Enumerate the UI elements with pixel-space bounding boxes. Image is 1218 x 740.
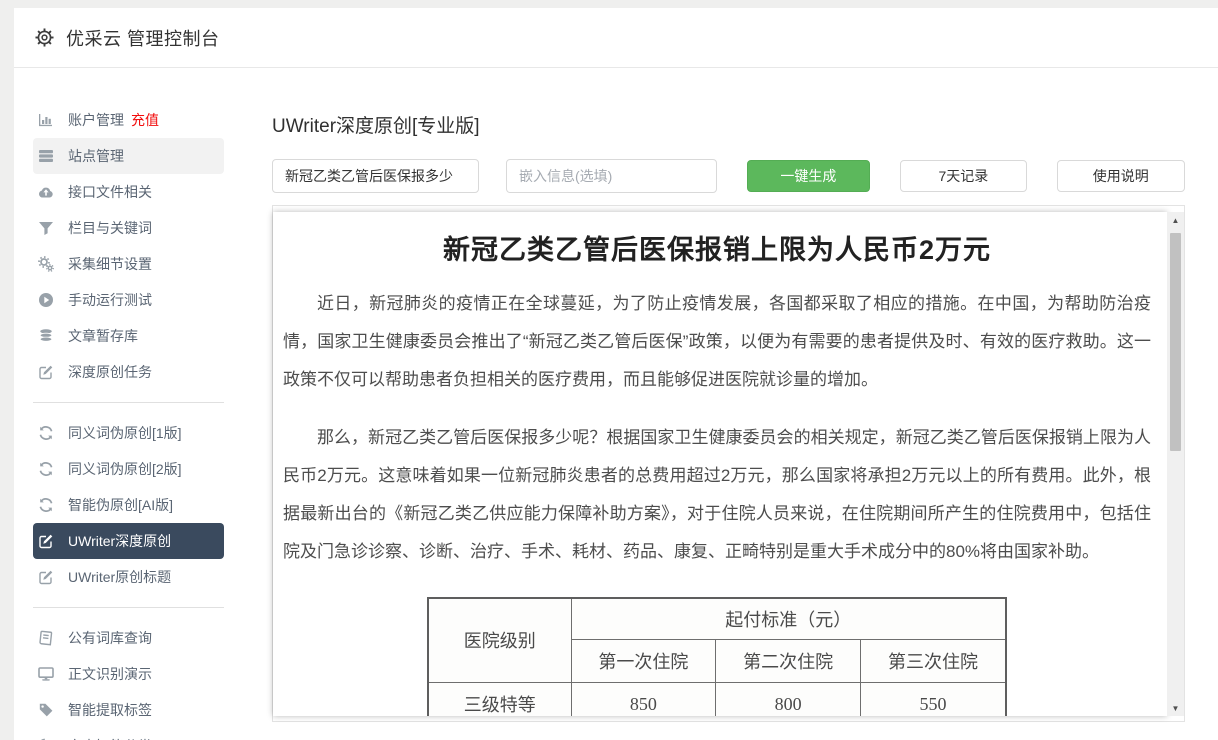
main-content: UWriter深度原创[专业版] 一键生成 7天记录 使用说明 新冠乙类乙管后医…	[258, 69, 1218, 740]
table-value: 550	[860, 682, 1006, 716]
history-button[interactable]: 7天记录	[900, 160, 1026, 192]
sidebar-item-label: 接口文件相关	[68, 182, 152, 202]
sidebar-item-label: UWriter深度原创	[68, 531, 171, 551]
app-header: 优采云 管理控制台	[14, 8, 1218, 68]
table-sub-header: 第一次住院	[571, 639, 716, 682]
help-button[interactable]: 使用说明	[1057, 160, 1185, 192]
article-paragraph: 那么，新冠乙类乙管后医保报多少呢？根据国家卫生健康委员会的相关规定，新冠乙类乙管…	[283, 419, 1151, 571]
sidebar-item-synonym-v1[interactable]: 同义词伪原创[1版]	[33, 415, 224, 451]
scrollbar-thumb[interactable]	[1170, 233, 1181, 451]
sidebar-item-ai-pseudo[interactable]: 智能伪原创[AI版]	[33, 487, 224, 523]
gear-icon	[35, 28, 54, 47]
article-preview-panel: 新冠乙类乙管后医保报销上限为人民币2万元 近日，新冠肺炎的疫情正在全球蔓延，为了…	[272, 205, 1185, 722]
sidebar-item-body-recognition[interactable]: 正文识别演示	[33, 656, 224, 692]
deductible-table: 医院级别 起付标准（元） 第一次住院 第二次住院 第三次住院 三级特等 850 …	[427, 597, 1007, 716]
sidebar-item-label: 同义词伪原创[2版]	[68, 459, 182, 479]
gears-icon	[37, 256, 54, 273]
server-icon	[37, 148, 54, 165]
refresh-icon	[37, 461, 54, 478]
refresh-icon	[37, 497, 54, 514]
recharge-link[interactable]: 充值	[131, 110, 159, 130]
play-icon	[37, 292, 54, 309]
edit-icon	[37, 533, 54, 550]
table-value: 800	[716, 682, 861, 716]
sidebar-item-label: 采集细节设置	[68, 254, 152, 274]
bar-chart-icon	[37, 112, 54, 129]
sidebar-item-uwriter-title[interactable]: UWriter原创标题	[33, 559, 224, 595]
cloud-upload-icon	[37, 184, 54, 201]
hospital-level: 三级特等	[428, 682, 571, 716]
edit-icon	[37, 364, 54, 381]
table-value: 850	[571, 682, 716, 716]
keyword-input[interactable]	[272, 159, 479, 193]
scroll-up-icon[interactable]: ▲	[1167, 212, 1184, 228]
generate-button[interactable]: 一键生成	[747, 160, 870, 192]
sidebar-item-label: 手动运行测试	[68, 290, 152, 310]
sidebar: 账户管理 充值 站点管理 接口文件相关	[14, 69, 244, 740]
sidebar-item-label: 文章暂存库	[68, 326, 138, 346]
sidebar-item-label: 智能提取标签	[68, 700, 152, 720]
table-sub-header: 第二次住院	[716, 639, 861, 682]
sidebar-item-public-thesaurus[interactable]: 公有词库查询	[33, 620, 224, 656]
sidebar-item-article-store[interactable]: 文章暂存库	[33, 318, 224, 354]
sidebar-item-columns-keywords[interactable]: 栏目与关键词	[33, 210, 224, 246]
sidebar-divider	[33, 607, 224, 608]
sidebar-item-label: 同义词伪原创[1版]	[68, 423, 182, 443]
embed-info-input[interactable]	[506, 159, 717, 193]
sidebar-item-manual-test[interactable]: 手动运行测试	[33, 282, 224, 318]
sidebar-item-extract-tags[interactable]: 智能提取标签	[33, 692, 224, 728]
app-window: 优采云 管理控制台 账户管理 充值 站点管理	[14, 8, 1218, 740]
sidebar-item-label: 智能伪原创[AI版]	[68, 495, 173, 515]
scroll-down-icon[interactable]: ▼	[1167, 700, 1184, 716]
scrollbar[interactable]: ▲ ▼	[1167, 212, 1184, 716]
page-title: UWriter深度原创[专业版]	[272, 111, 1185, 138]
article-title: 新冠乙类乙管后医保报销上限为人民币2万元	[283, 228, 1151, 267]
article-paragraph: 近日，新冠肺炎的疫情正在全球蔓延，为了防止疫情发展，各国都采取了相应的措施。在中…	[283, 285, 1151, 399]
sidebar-item-label: 栏目与关键词	[68, 218, 152, 238]
monitor-icon	[37, 666, 54, 683]
sidebar-item-label: 正文识别演示	[68, 664, 152, 684]
sidebar-item-uwriter-deep[interactable]: UWriter深度原创	[33, 523, 224, 559]
sidebar-item-label: 站点管理	[68, 146, 124, 166]
sidebar-item-synonym-v2[interactable]: 同义词伪原创[2版]	[33, 451, 224, 487]
tag-icon	[37, 702, 54, 719]
database-icon	[37, 328, 54, 345]
edit-icon	[37, 569, 54, 586]
sidebar-item-collect-settings[interactable]: 采集细节设置	[33, 246, 224, 282]
sidebar-item-label: 文本智能分类	[68, 736, 152, 740]
sidebar-item-label: 深度原创任务	[68, 362, 152, 382]
app-title: 优采云 管理控制台	[66, 25, 220, 51]
sidebar-item-label: UWriter原创标题	[68, 567, 171, 587]
sidebar-item-deep-original-task[interactable]: 深度原创任务	[33, 354, 224, 390]
refresh-icon	[37, 425, 54, 442]
sidebar-item-text-classify[interactable]: 文本智能分类	[33, 728, 224, 740]
controls-row: 一键生成 7天记录 使用说明	[272, 159, 1185, 193]
table-row: 三级特等 850 800 550	[428, 682, 1006, 716]
filter-icon	[37, 220, 54, 237]
article-table-wrap: 医院级别 起付标准（元） 第一次住院 第二次住院 第三次住院 三级特等 850 …	[283, 597, 1151, 716]
table-group-header: 起付标准（元）	[571, 598, 1006, 639]
sidebar-item-sites[interactable]: 站点管理	[33, 138, 224, 174]
sidebar-item-label: 公有词库查询	[68, 628, 152, 648]
sidebar-item-interface-files[interactable]: 接口文件相关	[33, 174, 224, 210]
book-icon	[37, 630, 54, 647]
sidebar-item-account[interactable]: 账户管理 充值	[33, 102, 224, 138]
article-document: 新冠乙类乙管后医保报销上限为人民币2万元 近日，新冠肺炎的疫情正在全球蔓延，为了…	[273, 212, 1167, 716]
table-sub-header: 第三次住院	[860, 639, 1006, 682]
table-corner-header: 医院级别	[428, 598, 571, 682]
sidebar-divider	[33, 402, 224, 403]
sidebar-item-label: 账户管理	[68, 110, 124, 130]
